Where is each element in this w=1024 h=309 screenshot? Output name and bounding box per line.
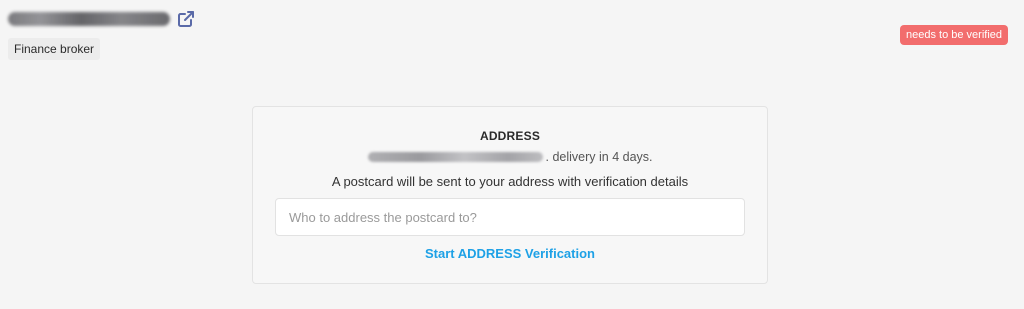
card-title: ADDRESS xyxy=(479,129,541,143)
delivery-info: . delivery in 4 days. xyxy=(253,149,767,165)
business-name-row xyxy=(8,8,196,30)
instruction-text: A postcard will be sent to your address … xyxy=(331,174,689,189)
status-badge: needs to be verified xyxy=(899,25,1008,45)
business-name-redacted xyxy=(8,12,170,26)
external-link-icon[interactable] xyxy=(176,9,196,29)
postcard-recipient-input[interactable] xyxy=(275,198,745,236)
page: Finance broker needs to be verified ADDR… xyxy=(0,0,1024,309)
address-verification-card: ADDRESS . delivery in 4 days. A postcard… xyxy=(252,106,768,284)
category-chip: Finance broker xyxy=(8,38,101,60)
start-verification-button[interactable]: Start ADDRESS Verification xyxy=(253,243,767,263)
delivery-text: . delivery in 4 days. xyxy=(545,150,653,164)
address-redacted xyxy=(367,152,543,162)
